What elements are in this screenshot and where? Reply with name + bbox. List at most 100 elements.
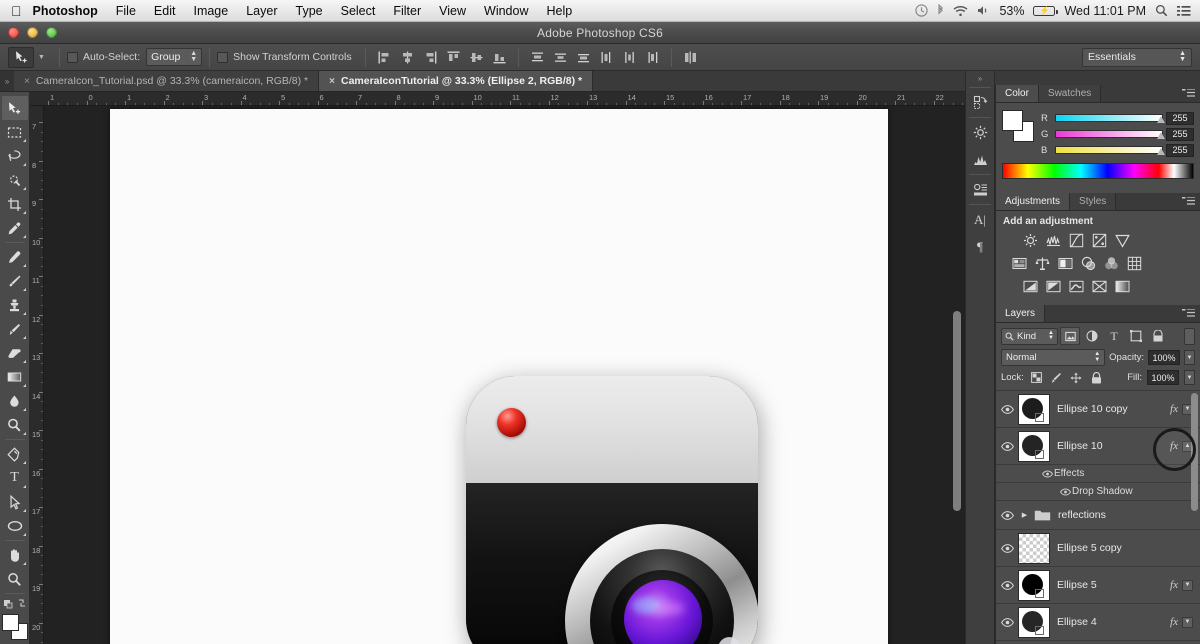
close-icon[interactable]: × [24,76,30,87]
history-brush-tool[interactable] [2,317,28,341]
lock-position-icon[interactable] [1069,370,1084,385]
lock-all-icon[interactable] [1089,370,1104,385]
panel-menu-icon[interactable] [1182,305,1200,322]
filter-toggle-switch[interactable] [1184,328,1195,345]
layer-effects-fx-icon[interactable]: fx [1170,616,1178,628]
lock-image-pixels-icon[interactable] [1049,370,1064,385]
layers-list[interactable]: Ellipse 10 copy fx ▼ Ellipse 10 fx ▲ Eff… [996,391,1200,641]
layer-visibility-eye-icon[interactable] [996,544,1018,553]
distribute-right-edges-button[interactable] [642,47,663,68]
crop-tool[interactable] [2,192,28,216]
distribute-left-edges-button[interactable] [596,47,617,68]
distribute-vertical-centers-button[interactable] [550,47,571,68]
layer-thumbnail[interactable] [1018,394,1050,425]
bluetooth-icon[interactable] [937,4,944,17]
layer-effect-drop-shadow-row[interactable]: Drop Shadow [996,483,1200,501]
tab-styles[interactable]: Styles [1070,193,1116,210]
layer-thumbnail[interactable] [1018,570,1050,601]
layer-thumbnail[interactable] [1018,533,1050,564]
layer-visibility-eye-icon[interactable] [996,442,1018,451]
mac-menu-layer[interactable]: Layer [237,4,286,18]
layer-filter-kind-dropdown[interactable]: Kind ▲▼ [1001,328,1058,345]
distribute-top-edges-button[interactable] [527,47,548,68]
tool-preset-chevron-down-icon[interactable]: ▼ [38,54,45,61]
layers-scrollbar[interactable] [1191,393,1198,511]
opacity-chevron-down-icon[interactable]: ▼ [1184,350,1195,365]
layer-name[interactable]: Ellipse 5 [1057,579,1170,591]
brightness-contrast-icon[interactable] [1019,230,1041,251]
distribute-horizontal-centers-button[interactable] [619,47,640,68]
dodge-tool[interactable] [2,413,28,437]
collapse-panels-icon[interactable]: » [966,71,994,86]
path-selection-tool[interactable] [2,490,28,514]
layer-effects-fx-icon[interactable]: fx [1170,403,1178,415]
filter-pixel-layers-icon[interactable] [1060,327,1080,345]
layer-row-ellipse-5[interactable]: Ellipse 5 fx ▼ [996,567,1200,604]
threshold-icon[interactable] [1065,276,1087,297]
close-icon[interactable]: × [329,76,335,87]
foreground-color-swatch[interactable] [2,614,19,631]
foreground-color-swatch[interactable] [1002,110,1023,131]
group-expand-chevron-right-icon[interactable]: ▶ [1018,511,1031,519]
quick-selection-tool[interactable] [2,168,28,192]
value-g[interactable]: 255 [1166,128,1194,141]
spot-healing-brush-tool[interactable] [2,245,28,269]
tab-adjustments[interactable]: Adjustments [996,193,1070,210]
mac-menu-image[interactable]: Image [184,4,237,18]
wifi-icon[interactable] [953,5,968,17]
lock-transparent-pixels-icon[interactable] [1029,370,1044,385]
blend-mode-dropdown[interactable]: Normal ▲▼ [1001,349,1105,366]
canvas-vertical-scrollbar[interactable] [953,311,961,511]
invert-icon[interactable] [1019,276,1041,297]
hand-tool[interactable] [2,543,28,567]
horizontal-type-tool[interactable]: T [2,466,28,490]
adjustments-icon[interactable] [967,119,993,146]
mac-menu-edit[interactable]: Edit [145,4,185,18]
eraser-tool[interactable] [2,341,28,365]
layer-visibility-eye-icon[interactable] [996,511,1018,520]
lasso-tool[interactable] [2,144,28,168]
layer-name[interactable]: Ellipse 10 copy [1057,403,1170,415]
info-icon[interactable] [967,176,993,203]
layer-effects-fx-icon[interactable]: fx [1170,579,1178,591]
slider-knob-r[interactable] [1157,116,1165,123]
slider-knob-b[interactable] [1157,148,1165,155]
filter-shape-layers-icon[interactable] [1126,327,1146,345]
battery-charging-icon[interactable]: ⚡ [1033,6,1055,16]
brush-tool[interactable] [2,269,28,293]
move-tool-icon[interactable] [8,47,34,68]
exposure-icon[interactable] [1088,230,1110,251]
document-tab-2[interactable]: × CameraIconTutorial @ 33.3% (Ellipse 2,… [319,71,593,91]
color-lookup-icon[interactable] [1123,253,1145,274]
expand-panels-chevron-icon[interactable]: » [0,71,14,91]
opacity-value[interactable]: 100% [1148,350,1180,365]
color-spectrum-ramp[interactable] [1002,163,1194,179]
character-icon[interactable]: A| [967,206,993,233]
filter-smart-objects-icon[interactable] [1148,327,1168,345]
channel-mixer-icon[interactable] [1100,253,1122,274]
selective-color-icon[interactable] [1111,276,1133,297]
eyedropper-tool[interactable] [2,216,28,240]
layer-row-ellipse-5-copy[interactable]: Ellipse 5 copy [996,530,1200,567]
layer-row-ellipse-10-copy[interactable]: Ellipse 10 copy fx ▼ [996,391,1200,428]
slider-g[interactable] [1055,130,1163,138]
levels-icon[interactable] [1042,230,1064,251]
mini-bridge-icon[interactable] [967,89,993,116]
layer-name[interactable]: Ellipse 10 [1057,440,1170,452]
align-left-edges-button[interactable] [374,47,395,68]
layer-visibility-eye-icon[interactable] [996,618,1018,627]
color-panel-swatches[interactable] [1002,110,1034,142]
vibrance-icon[interactable] [1111,230,1133,251]
filter-type-layers-icon[interactable]: T [1104,327,1124,345]
document-tab-1[interactable]: × CameraIcon_Tutorial.psd @ 33.3% (camer… [14,71,319,91]
ellipse-tool[interactable] [2,514,28,538]
slider-b[interactable] [1055,146,1163,154]
auto-align-layers-button[interactable] [680,47,701,68]
align-bottom-edges-button[interactable] [489,47,510,68]
mac-menu-help[interactable]: Help [537,4,581,18]
gradient-map-icon[interactable] [1088,276,1110,297]
photo-filter-icon[interactable] [1077,253,1099,274]
distribute-bottom-edges-button[interactable] [573,47,594,68]
mac-menu-photoshop[interactable]: Photoshop [22,4,107,18]
volume-icon[interactable] [977,5,990,16]
